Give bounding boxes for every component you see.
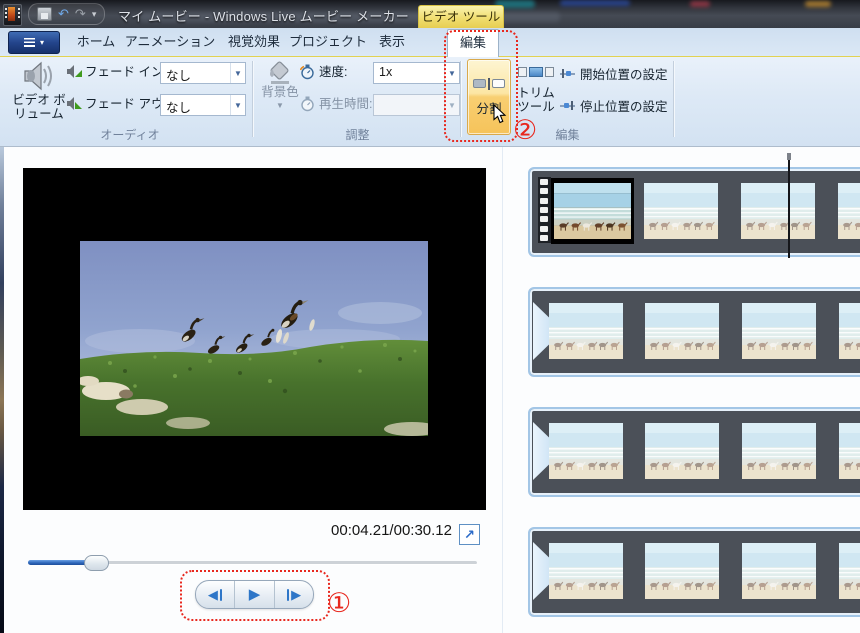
video-tools-context-tab[interactable]: ビデオ ツール [418,5,504,29]
annotation-box-split [444,30,518,142]
clip-thumbnail[interactable] [549,303,623,359]
clip-thumbnail[interactable] [742,543,816,599]
clip-thumbnail[interactable] [644,183,718,239]
clip-thumbnail[interactable] [839,303,860,359]
clip-thumbnail[interactable] [645,303,719,359]
clip-thumbnail[interactable] [742,303,816,359]
paint-bucket-icon [266,59,294,85]
annotation-box-playback [180,570,330,621]
expand-icon: ↗ [464,528,475,541]
annotation-callout-1: ① [327,588,351,619]
slider-thumb[interactable] [84,555,109,571]
tab-animation[interactable]: アニメーション [120,28,220,56]
chevron-down-icon: ▾ [40,38,44,47]
chevron-down-icon[interactable]: ▼ [230,95,245,115]
video-volume-label: ビデオ ボリューム [12,93,66,121]
speed-label: 速度: [319,65,347,79]
fade-in-select[interactable]: なし ▼ [160,62,246,84]
duration-icon [300,96,315,112]
fade-out-value: なし [161,95,230,115]
clip-thumbnail-selected[interactable] [551,178,634,244]
glass-reflection [690,1,710,7]
app-menu-button[interactable]: ▾ [8,31,60,54]
undo-icon[interactable]: ↶ [58,5,69,23]
tab-project[interactable]: プロジェクト [288,28,368,56]
set-stop-icon [560,100,575,111]
storyboard-row[interactable] [528,527,860,617]
annotation-callout-2: ② [513,115,537,146]
fullscreen-button[interactable]: ↗ [459,524,480,545]
app-icon[interactable] [3,4,22,26]
glass-reflection [805,1,831,7]
speaker-icon [21,59,57,93]
set-stop-button[interactable]: 停止位置の設定 [560,96,668,115]
fade-in-label: フェード イン: [85,65,167,79]
set-stop-label: 停止位置の設定 [580,96,668,115]
clip-thumbnail[interactable] [839,423,860,479]
qat-dropdown-icon[interactable]: ▾ [92,5,97,23]
filmstrip-glyph [8,7,15,21]
audio-group-label: オーディオ [60,126,200,143]
chevron-down-icon: ▼ [276,99,284,113]
background-color-label: 背景色 [261,85,299,99]
quick-access-toolbar: ↶ ↷ ▾ [28,3,105,25]
window-title: マイ ムービー - Windows Live ムービー メーカー [118,6,409,25]
video-frame [80,241,428,436]
set-start-button[interactable]: 開始位置の設定 [560,64,668,83]
save-icon[interactable] [37,7,52,21]
speed-value: 1x [374,63,444,83]
video-volume-button[interactable]: ビデオ ボリューム [12,59,66,137]
duration-label: 再生時間: [319,97,372,111]
storyboard-row[interactable] [528,287,860,377]
group-separator [252,61,254,137]
seek-slider[interactable] [28,553,477,571]
redo-icon[interactable]: ↷ [75,5,86,23]
menu-icon [24,38,35,47]
clip-thumbnail[interactable] [742,423,816,479]
playhead[interactable] [788,160,790,258]
group-separator [673,61,675,137]
chevron-down-icon[interactable]: ▼ [230,63,245,83]
set-start-label: 開始位置の設定 [580,64,668,83]
duration-value [374,95,444,115]
playhead-handle[interactable] [787,153,791,160]
fade-out-select[interactable]: なし ▼ [160,94,246,116]
tab-home[interactable]: ホーム [72,28,120,56]
glass-reflection [560,0,630,6]
fade-out-icon [66,96,82,111]
video-still-birds [80,241,428,436]
preview-monitor [23,168,486,510]
tab-view[interactable]: 表示 [368,28,416,56]
film-sprockets-icon [538,177,551,243]
clip-thumbnail[interactable] [549,423,623,479]
storyboard-row[interactable] [528,407,860,497]
storyboard-row[interactable] [528,167,860,257]
clip-thumbnail[interactable] [549,543,623,599]
adjust-group-label: 調整 [290,126,425,143]
fade-in-icon [66,64,82,79]
tab-visual-effects[interactable]: 視覚効果 [220,28,288,56]
fade-in-value: なし [161,63,230,83]
trim-tool-label: トリム ツール [516,86,556,114]
ribbon-tab-row: ▾ ホームアニメーション視覚効果プロジェクト表示編集 [0,28,860,57]
clip-thumbnail[interactable] [838,183,860,239]
ribbon: ビデオ ボリューム フェード イン: なし ▼ フェード アウト: なし ▼ オ… [0,57,860,147]
window-left-border [0,147,4,633]
set-start-icon [560,68,575,79]
speed-icon [300,64,315,80]
title-bar: ↶ ↷ ▾ マイ ムービー - Windows Live ムービー メーカー ビ… [0,0,860,28]
clip-thumbnail[interactable] [645,423,719,479]
pane-divider [502,147,503,633]
slider-progress [28,560,88,565]
clip-thumbnail[interactable] [645,543,719,599]
trim-tool-icon [518,67,554,77]
clip-thumbnail[interactable] [741,183,815,239]
clip-thumbnail[interactable] [839,543,860,599]
mouse-cursor [493,104,508,124]
time-display: 00:04.21/00:30.12 [240,522,452,539]
